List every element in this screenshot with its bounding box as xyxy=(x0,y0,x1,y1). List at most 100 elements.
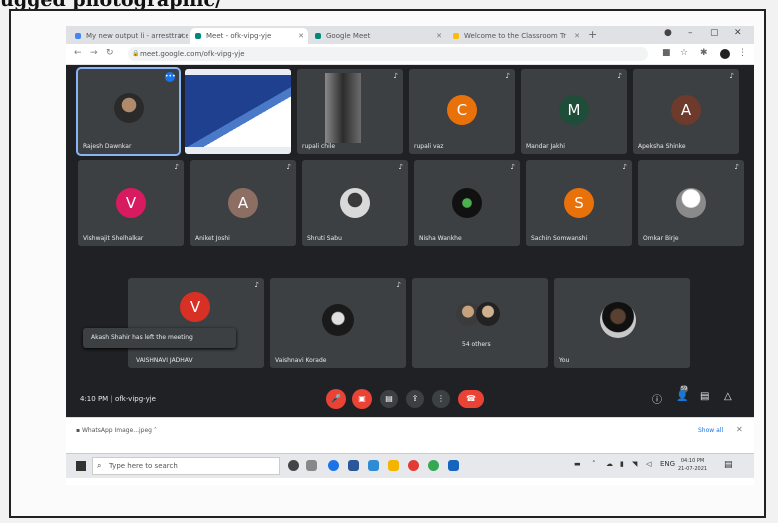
participant-tile-self[interactable]: You xyxy=(554,278,690,368)
chrome-icon[interactable] xyxy=(428,460,439,471)
chat-icon[interactable]: ▤ xyxy=(700,391,709,402)
participant-name: Vishwajit Shelhalkar xyxy=(83,235,144,242)
avatar[interactable] xyxy=(720,49,730,59)
participant-avatar: V xyxy=(116,188,146,218)
mic-off-icon: ♪ xyxy=(510,163,515,171)
more-options-button[interactable]: ⋮ xyxy=(432,390,450,408)
extensions-icon[interactable]: ✱ xyxy=(700,48,708,58)
taskbar-clock[interactable]: 04:10 PM 21-07-2021 xyxy=(678,457,707,473)
leave-call-button[interactable]: ☎ xyxy=(458,390,484,408)
file-explorer-icon[interactable] xyxy=(388,460,399,471)
tab-close-icon[interactable]: ✕ xyxy=(574,28,580,44)
participant-avatar: A xyxy=(671,95,701,125)
participant-avatar: S xyxy=(564,188,594,218)
download-item[interactable]: ▪ WhatsApp Image...jpeg ˄ xyxy=(76,427,157,434)
left-meeting-toast: Akash Shahir has left the meeting xyxy=(83,328,236,348)
back-icon[interactable]: ← xyxy=(74,48,82,58)
participant-tile-screen-share[interactable] xyxy=(185,69,291,154)
tab-search-icon[interactable]: ● xyxy=(664,28,672,38)
mic-toggle-button[interactable]: 🎤 xyxy=(326,389,346,409)
participant-name: Mandar Jakhi xyxy=(526,143,565,150)
forward-icon[interactable]: → xyxy=(90,48,98,58)
participant-tile[interactable]: S ♪ Sachin Somwanshi xyxy=(526,160,632,246)
tab-close-icon[interactable]: ✕ xyxy=(178,28,184,44)
participant-name: Apeksha Shinke xyxy=(638,143,686,150)
url-field[interactable]: 🔒 meet.google.com/ofk-vipg-yje xyxy=(128,47,648,61)
show-all-button[interactable]: Show all xyxy=(698,427,723,434)
screen: My new output li - arresttraceable ✕ Mee… xyxy=(66,26,754,485)
others-count: 54 others xyxy=(462,341,491,348)
tray-expand-icon[interactable]: ˄ xyxy=(592,460,596,468)
maximize-icon[interactable]: ▢ xyxy=(710,28,719,38)
participant-photo xyxy=(340,188,370,218)
download-bar: ▪ WhatsApp Image...jpeg ˄ Show all ✕ xyxy=(66,417,754,446)
mic-off-icon: ♪ xyxy=(393,72,398,80)
task-view-icon[interactable] xyxy=(306,460,317,471)
store-icon[interactable] xyxy=(348,460,359,471)
mic-off-icon: ♪ xyxy=(254,281,259,289)
participant-tile[interactable]: A ♪ Apeksha Shinke xyxy=(633,69,739,154)
tab-0[interactable]: My new output li - arresttraceable ✕ xyxy=(70,28,188,44)
notification-icon[interactable]: ▤ xyxy=(724,460,733,470)
tab-close-icon[interactable]: ✕ xyxy=(436,28,442,44)
word-icon[interactable] xyxy=(368,460,379,471)
edge-icon[interactable] xyxy=(328,460,339,471)
participant-photo xyxy=(476,302,500,326)
participant-tile[interactable]: ♪ Vaishnavi Korade xyxy=(270,278,406,368)
meeting-details[interactable]: 4:10 PM | ofk-vipg-yje xyxy=(80,395,156,403)
participant-avatar: V xyxy=(180,292,210,322)
tab-close-icon[interactable]: ✕ xyxy=(298,28,304,44)
participant-tile[interactable]: ♪ Omkar Birje xyxy=(638,160,744,246)
tab-label: Google Meet xyxy=(326,32,371,40)
onedrive-icon[interactable]: ☁ xyxy=(606,460,613,468)
minimize-icon[interactable]: – xyxy=(688,28,693,38)
taskbar-date: 21-07-2021 xyxy=(678,466,708,472)
participant-tile[interactable]: ♪ Nisha Wankhe xyxy=(414,160,520,246)
tab-1[interactable]: Meet - ofk-vipg-yje ✕ xyxy=(190,28,308,44)
speaking-icon: ••• xyxy=(165,72,176,82)
tray-app-icon[interactable]: ▬ xyxy=(574,460,581,468)
participant-tile[interactable]: V ♪ VAISHNAVI JADHAV xyxy=(128,278,264,368)
tab-3[interactable]: Welcome to the Classroom Tr ✕ xyxy=(448,28,584,44)
chevron-up-icon[interactable]: ˄ xyxy=(154,427,157,434)
tab-2[interactable]: Google Meet ✕ xyxy=(310,28,446,44)
activities-icon[interactable]: △ xyxy=(724,391,732,402)
reload-icon[interactable]: ↻ xyxy=(106,48,114,58)
close-window-icon[interactable]: ✕ xyxy=(734,28,742,38)
participant-tile[interactable]: C ♪ rupali vaz xyxy=(409,69,515,154)
participant-tile[interactable]: ♪ rupali chile xyxy=(297,69,403,154)
participant-name: VAISHNAVI JADHAV xyxy=(136,357,193,364)
present-button[interactable]: ⇪ xyxy=(406,390,424,408)
menu-icon[interactable]: ⋮ xyxy=(738,48,747,58)
camera-toggle-button[interactable]: ▣ xyxy=(352,389,372,409)
battery-icon[interactable]: ▮ xyxy=(620,460,624,468)
camera-permission-icon[interactable]: ■ xyxy=(662,48,671,58)
close-download-bar-icon[interactable]: ✕ xyxy=(736,425,743,434)
photo-frame: My new output li - arresttraceable ✕ Mee… xyxy=(9,9,766,518)
participant-photo xyxy=(452,188,482,218)
participant-tile[interactable]: A ♪ Aniket Joshi xyxy=(190,160,296,246)
participant-name: Omkar Birje xyxy=(643,235,679,242)
participant-tile-group[interactable]: 54 others xyxy=(412,278,548,368)
mic-off-icon: ♪ xyxy=(396,281,401,289)
new-tab-button[interactable]: + xyxy=(588,28,597,41)
volume-icon[interactable]: ◁ xyxy=(646,460,651,468)
opera-icon[interactable] xyxy=(408,460,419,471)
windows-start-icon[interactable] xyxy=(76,461,86,471)
outlook-icon[interactable] xyxy=(448,460,459,471)
participant-name: You xyxy=(559,357,570,364)
participant-avatar: A xyxy=(228,188,258,218)
wifi-icon[interactable]: ◥ xyxy=(632,460,637,468)
participant-tile[interactable]: ••• Rajesh Dawnkar xyxy=(76,67,181,156)
info-icon[interactable]: ⓘ xyxy=(652,391,662,406)
language-indicator[interactable]: ENG xyxy=(660,460,675,468)
participant-tile[interactable]: V ♪ Vishwajit Shelhalkar xyxy=(78,160,184,246)
mic-off-icon: ♪ xyxy=(286,163,291,171)
captions-button[interactable]: ▤ xyxy=(380,390,398,408)
taskbar-search-box[interactable]: ⌕ Type here to search xyxy=(92,457,280,475)
participant-tile[interactable]: M ♪ Mandar Jakhi xyxy=(521,69,627,154)
participant-tile[interactable]: ♪ Shruti Sabu xyxy=(302,160,408,246)
people-icon[interactable]: 👤 xyxy=(676,391,688,402)
star-icon[interactable]: ☆ xyxy=(680,48,688,58)
cortana-icon[interactable] xyxy=(288,460,299,471)
